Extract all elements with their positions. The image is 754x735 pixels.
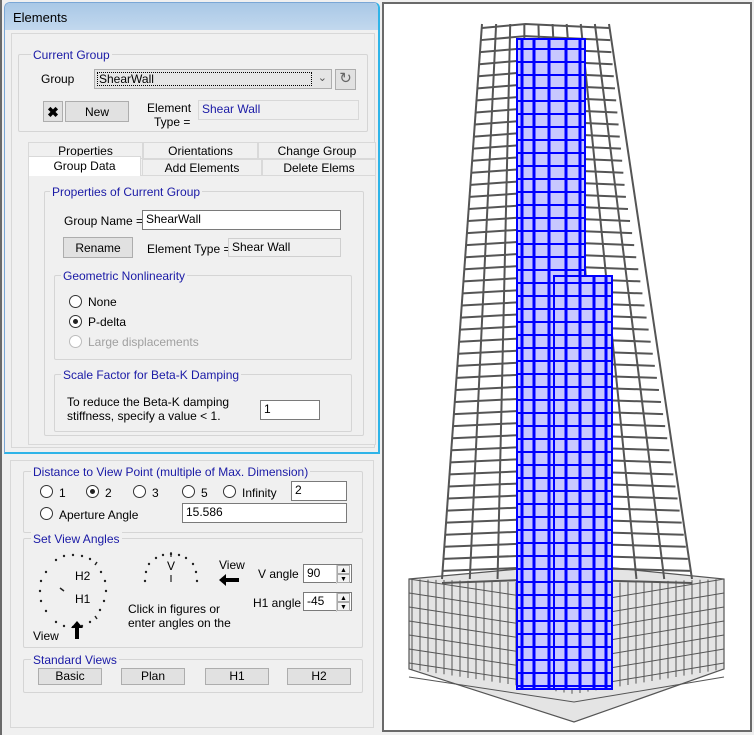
view-angles-legend: Set View Angles — [31, 532, 122, 546]
radio-distance-2[interactable] — [86, 485, 99, 498]
spin-up-icon[interactable]: ▲ — [337, 593, 350, 602]
left-panel: Elements Current Group Group ShearWall ⌄… — [0, 0, 380, 735]
element-type-label-2: Type = — [154, 115, 191, 129]
dial-dots — [38, 553, 108, 629]
model-3d-viewport[interactable] — [382, 2, 752, 732]
radio-distance-3[interactable] — [133, 485, 146, 498]
refresh-button[interactable]: ↻ — [335, 69, 356, 90]
tab-change-group[interactable]: Change Group — [258, 142, 376, 159]
aperture-angle-label: Aperture Angle — [59, 508, 139, 522]
view-plan-button[interactable]: Plan — [121, 668, 185, 685]
tab-add-elements[interactable]: Add Elements — [142, 159, 262, 176]
radio-distance-infinity[interactable] — [223, 485, 236, 498]
radio-p-delta[interactable] — [69, 315, 82, 328]
window-title: Elements — [13, 10, 68, 25]
view-basic-button[interactable]: Basic — [38, 668, 102, 685]
shear-wall-core-lower — [553, 275, 613, 690]
distance-input[interactable]: 2 — [291, 481, 347, 501]
title-bar[interactable]: Elements — [5, 3, 378, 30]
refresh-icon: ↻ — [339, 70, 352, 87]
tower-column — [441, 23, 483, 580]
group-name-label: Group Name = — [64, 214, 144, 228]
damping-text-1: To reduce the Beta-K damping — [67, 395, 230, 409]
view-h2-button[interactable]: H2 — [287, 668, 351, 685]
element-type-label-1: Element — [147, 101, 192, 115]
radio-distance-5-label: 5 — [201, 486, 208, 500]
radio-none[interactable] — [69, 295, 82, 308]
v-angle-spinner[interactable]: ▲ ▼ — [336, 565, 350, 584]
radio-distance-1-label: 1 — [59, 486, 66, 500]
view-label-bottom: View — [33, 629, 59, 643]
properties-legend: Properties of Current Group — [50, 185, 203, 199]
rename-button[interactable]: Rename — [63, 237, 133, 258]
h2-label: H2 — [75, 569, 91, 583]
close-icon: ✖ — [47, 104, 59, 120]
radio-distance-1[interactable] — [40, 485, 53, 498]
current-group-legend: Current Group — [31, 48, 112, 62]
hint-text-2: enter angles on the — [128, 616, 231, 630]
radio-large-displacements-label: Large displacements — [88, 335, 199, 349]
radio-none-label: None — [88, 295, 117, 309]
view-settings-panel: Distance to View Point (multiple of Max.… — [10, 460, 374, 728]
arrow-up-icon — [71, 621, 83, 639]
arrow-left-icon — [219, 574, 239, 586]
group-select-value: ShearWall — [97, 72, 312, 86]
hint-text-1: Click in figures or — [128, 602, 221, 616]
tab-delete-elems[interactable]: Delete Elems — [262, 159, 376, 176]
v-angle-value: 90 — [307, 566, 321, 580]
window-body: Current Group Group ShearWall ⌄ ↻ ✖ New … — [11, 33, 376, 448]
element-type-value: Shear Wall — [198, 100, 359, 120]
group-label: Group — [41, 72, 75, 86]
spin-down-icon[interactable]: ▼ — [337, 574, 350, 583]
spin-up-icon[interactable]: ▲ — [337, 565, 350, 574]
radio-large-displacements — [69, 335, 82, 348]
damping-legend: Scale Factor for Beta-K Damping — [61, 368, 242, 382]
v-angle-input[interactable]: 90 ▲ ▼ — [303, 564, 352, 584]
group-select[interactable]: ShearWall ⌄ — [94, 69, 332, 89]
dial-center-mark — [59, 587, 65, 592]
radio-distance-5[interactable] — [182, 485, 195, 498]
h1-angle-spinner[interactable]: ▲ ▼ — [336, 593, 350, 612]
radio-distance-3-label: 3 — [152, 486, 159, 500]
tab-orientations[interactable]: Orientations — [143, 142, 258, 159]
tower-floor-beam — [481, 22, 610, 29]
view-h1-button[interactable]: H1 — [205, 668, 269, 685]
delete-group-button[interactable]: ✖ — [43, 101, 63, 122]
element-type-readonly: Shear Wall — [228, 238, 341, 257]
building-model — [408, 22, 725, 723]
radio-p-delta-label: P-delta — [88, 315, 127, 329]
damping-input[interactable]: 1 — [260, 400, 320, 420]
radio-aperture-angle[interactable] — [40, 507, 53, 520]
view-label-right: View — [219, 558, 245, 572]
dial-tick-h2 — [94, 561, 98, 566]
distance-legend: Distance to View Point (multiple of Max.… — [31, 465, 311, 479]
tower-column — [608, 23, 693, 580]
v-label: V — [167, 559, 176, 573]
dial-tick-h1 — [94, 615, 98, 620]
element-type-label: Element Type = — [147, 242, 231, 256]
v-angle-label: V angle — [258, 567, 299, 581]
elements-window: Elements Current Group Group ShearWall ⌄… — [4, 2, 380, 454]
radio-distance-infinity-label: Infinity — [242, 486, 277, 500]
spin-down-icon[interactable]: ▼ — [337, 602, 350, 611]
h1-angle-label: H1 angle — [253, 596, 302, 610]
chevron-down-icon: ⌄ — [317, 72, 327, 84]
nonlinearity-legend: Geometric Nonlinearity — [61, 269, 188, 283]
h1-angle-value: -45 — [307, 594, 325, 608]
h1-label: H1 — [75, 592, 91, 606]
standard-views-legend: Standard Views — [31, 653, 119, 667]
new-group-button[interactable]: New — [65, 101, 129, 122]
group-name-input[interactable]: ShearWall — [142, 210, 341, 230]
radio-distance-2-label: 2 — [105, 486, 112, 500]
tab-group-data[interactable]: Group Data — [28, 156, 141, 176]
damping-text-2: stiffness, specify a value < 1. — [67, 409, 221, 423]
aperture-angle-input[interactable]: 15.586 — [182, 503, 347, 523]
h1-angle-input[interactable]: -45 ▲ ▼ — [303, 592, 352, 612]
